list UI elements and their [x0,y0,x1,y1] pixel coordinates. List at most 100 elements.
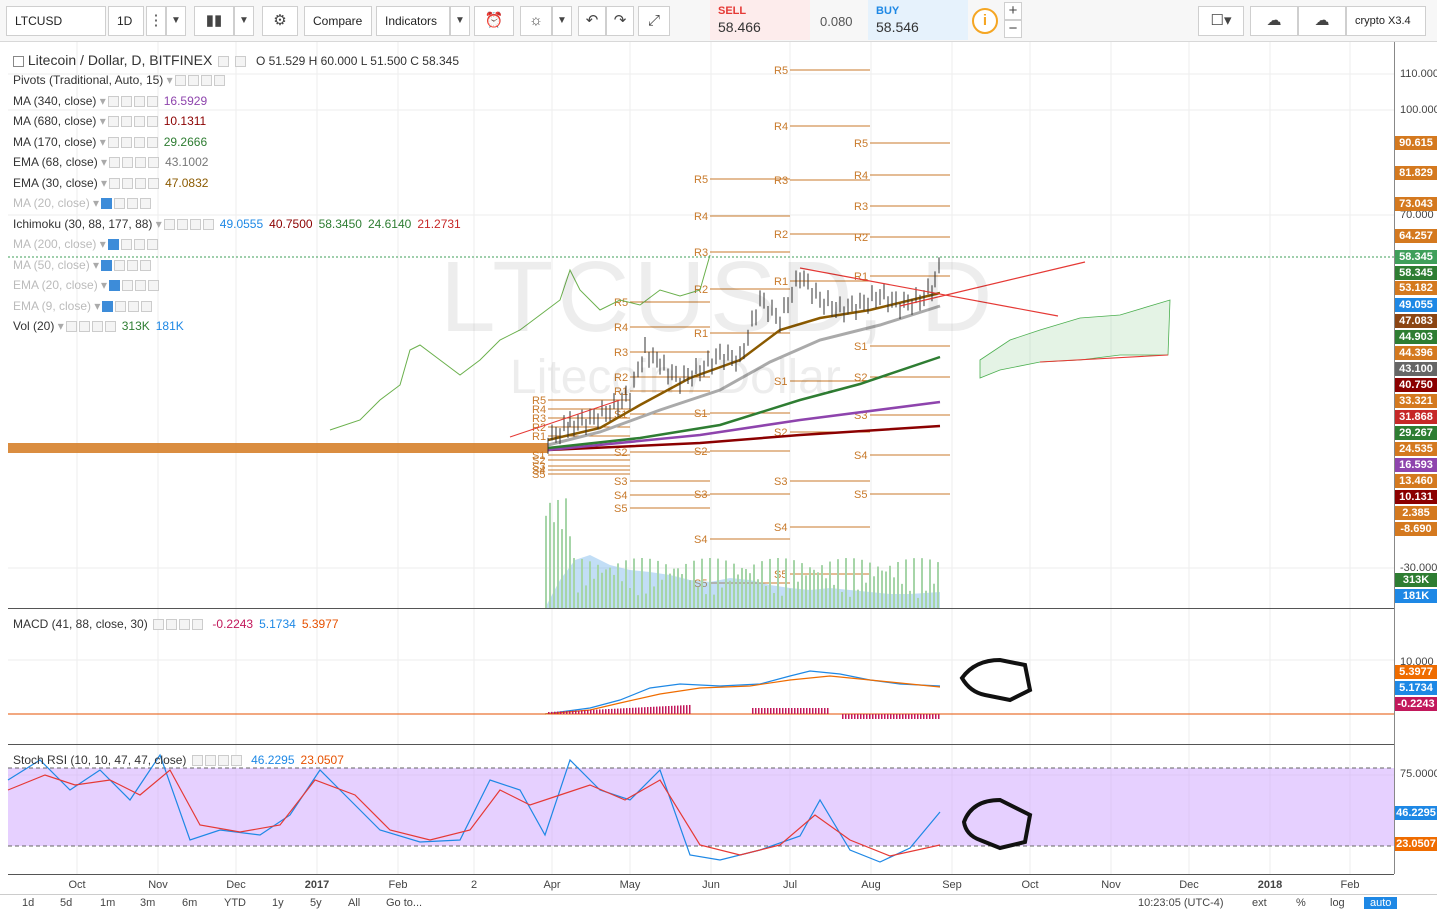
settings-icon[interactable] [122,280,134,292]
indicator-name[interactable]: MA (170, close) [13,135,96,149]
interval-select[interactable]: 1D [108,6,144,36]
info-icon[interactable]: i [972,8,998,34]
chevron-down-icon[interactable]: ▼ [234,6,254,36]
eye-icon[interactable] [109,280,121,292]
chevron-down-icon[interactable]: ▾ [90,258,99,272]
settings-icon[interactable] [114,259,126,271]
settings-gear-icon[interactable]: ⚙ [262,6,298,36]
minus-icon[interactable]: − [1004,20,1022,38]
indicator-legend-row[interactable]: MA (200, close) ▾ [13,234,158,255]
cloud-upload-icon[interactable]: ☁ [1298,6,1346,36]
settings-icon[interactable] [78,321,90,333]
indicator-name[interactable]: EMA (9, close) [13,299,91,313]
cloud-download-icon[interactable]: ☁ [1250,6,1298,36]
chevron-down-icon[interactable]: ▾ [98,155,107,169]
eye-icon[interactable] [102,300,114,312]
sell-button[interactable]: SELL 58.466 [710,0,810,40]
more-intervals-icon[interactable]: ⋮ [146,6,166,36]
add-icon[interactable] [127,198,139,210]
log-toggle[interactable]: log [1330,897,1345,909]
indicator-legend-row[interactable]: MA (50, close) ▾ [13,255,152,276]
auto-toggle[interactable]: auto [1364,897,1398,909]
settings-icon[interactable] [176,218,188,230]
range-button-ytd[interactable]: YTD [224,897,246,909]
add-icon[interactable] [133,95,145,107]
indicator-name[interactable]: MA (50, close) [13,258,90,272]
close-icon[interactable] [148,177,160,189]
indicator-legend-row[interactable]: Ichimoku (30, 88, 177, 88) ▾ 49.0555 40.75… [13,214,461,235]
close-icon[interactable] [148,280,160,292]
close-icon[interactable] [213,75,225,87]
settings-icon[interactable] [120,136,132,148]
layout-select-icon[interactable]: ☐▾ [1198,6,1244,36]
eye-icon[interactable] [107,136,119,148]
indicator-legend-row[interactable]: MA (20, close) ▾ [13,193,152,214]
add-icon[interactable] [189,218,201,230]
add-icon[interactable] [133,116,145,128]
close-icon[interactable] [146,95,158,107]
idea-bulb-icon[interactable]: ☼ [520,6,552,36]
ext-toggle[interactable]: ext [1252,897,1267,909]
compare-button[interactable]: Compare [304,6,372,36]
chevron-down-icon[interactable]: ▾ [96,94,106,108]
eye-icon[interactable] [218,55,230,67]
chevron-down-icon[interactable]: ▾ [98,278,107,292]
pane-separator[interactable] [8,608,1394,609]
candle-style-icon[interactable]: ▮▮ [194,6,234,36]
close-icon[interactable] [230,755,242,767]
macd-title[interactable]: MACD (41, 88, close, 30) [13,617,148,631]
close-icon[interactable] [146,116,158,128]
symbol-search[interactable]: LTCUSD [6,6,106,36]
chevron-down-icon[interactable]: ▾ [96,237,106,251]
percent-toggle[interactable]: % [1296,897,1306,909]
settings-icon[interactable] [114,198,126,210]
indicator-legend-row[interactable]: EMA (20, close) ▾ [13,275,160,296]
close-icon[interactable] [104,321,116,333]
add-icon[interactable] [179,619,191,631]
eye-icon[interactable] [174,75,186,87]
pane-separator[interactable] [8,744,1394,745]
eye-icon[interactable] [65,321,77,333]
close-icon[interactable] [192,619,204,631]
settings-icon[interactable] [122,177,134,189]
chevron-down-icon[interactable]: ▾ [54,319,64,333]
settings-icon[interactable] [115,300,127,312]
settings-icon[interactable] [120,116,132,128]
range-button-5y[interactable]: 5y [310,897,322,909]
eye-icon[interactable] [101,198,113,210]
chevron-down-icon[interactable]: ▾ [96,114,106,128]
fullscreen-icon[interactable]: ⤢ [638,6,670,36]
plus-icon[interactable]: + [1004,2,1022,20]
eye-icon[interactable] [107,95,119,107]
range-button-all[interactable]: All [348,897,360,909]
indicator-name[interactable]: MA (680, close) [13,114,96,128]
chevron-down-icon[interactable]: ▾ [91,299,100,313]
indicator-legend-row[interactable]: MA (170, close) ▾ 29.2666 [13,132,207,153]
indicator-legend-row[interactable]: EMA (68, close) ▾ 43.1002 [13,152,208,173]
clock-display[interactable]: 10:23:05 (UTC-4) [1138,897,1224,909]
eye-icon[interactable] [101,259,113,271]
indicator-name[interactable]: Ichimoku (30, 88, 177, 88) [13,217,152,231]
range-button-5d[interactable]: 5d [60,897,72,909]
add-icon[interactable] [133,136,145,148]
indicator-legend-row[interactable]: EMA (30, close) ▾ 47.0832 [13,173,208,194]
add-icon[interactable] [133,239,145,251]
chevron-down-icon[interactable]: ▾ [90,196,99,210]
eye-icon[interactable] [153,619,165,631]
close-icon[interactable] [140,198,152,210]
close-icon[interactable] [140,259,152,271]
settings-icon[interactable] [204,755,216,767]
add-icon[interactable] [91,321,103,333]
indicator-legend-row[interactable]: EMA (9, close) ▾ [13,296,153,317]
add-icon[interactable] [127,259,139,271]
stoch-title[interactable]: Stoch RSI (10, 10, 47, 47, close) [13,753,186,767]
settings-icon[interactable] [166,619,178,631]
settings-icon[interactable] [120,95,132,107]
chevron-down-icon[interactable]: ▼ [166,6,186,36]
goto-button[interactable]: Go to... [386,897,422,909]
chevron-down-icon[interactable]: ▾ [96,135,106,149]
eye-icon[interactable] [191,755,203,767]
range-button-1y[interactable]: 1y [272,897,284,909]
close-icon[interactable] [146,136,158,148]
indicator-name[interactable]: Vol (20) [13,319,54,333]
